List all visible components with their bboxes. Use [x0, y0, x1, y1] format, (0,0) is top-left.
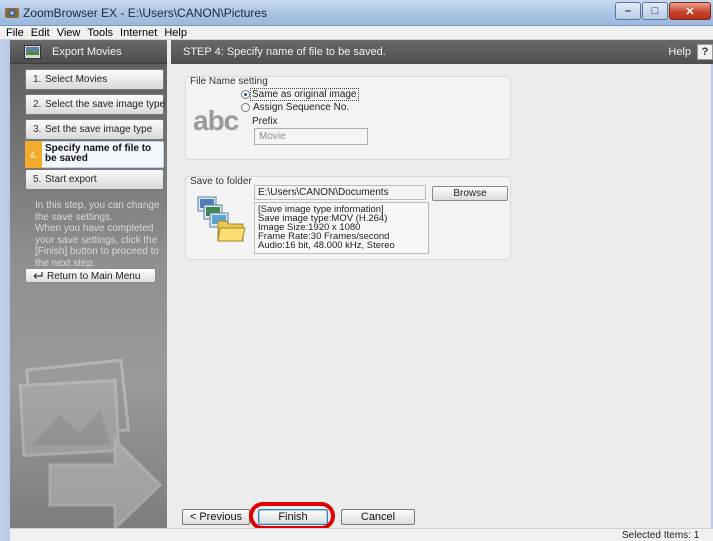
same-as-original-label[interactable]: Same as original image: [250, 88, 359, 101]
step-number: 4.: [25, 141, 42, 168]
step-number: 1.: [33, 74, 42, 85]
step-1-select-movies[interactable]: 1. Select Movies: [25, 69, 164, 90]
title-bar: ZoomBrowser EX - E:\Users\CANON\Pictures…: [0, 0, 713, 26]
help-question-icon[interactable]: ?: [697, 44, 713, 60]
window-left-border: [0, 40, 10, 541]
menu-file[interactable]: File: [4, 26, 29, 39]
step-5-start-export[interactable]: 5. Start export: [25, 169, 164, 190]
window-controls: – □ ✕: [614, 2, 711, 20]
step-number: 3.: [33, 124, 42, 135]
return-arrow-icon: [33, 272, 43, 279]
menu-edit[interactable]: Edit: [29, 26, 55, 39]
save-image-type-info: [Save image type information] Save image…: [254, 202, 429, 254]
minimize-icon: –: [624, 5, 632, 17]
help-link[interactable]: Help: [668, 46, 691, 58]
minimize-button[interactable]: –: [615, 2, 641, 20]
menu-internet[interactable]: Internet: [118, 26, 162, 39]
close-button[interactable]: ✕: [669, 2, 711, 20]
prefix-label: Prefix: [252, 116, 278, 127]
step-label: Select the save image type: [45, 99, 166, 110]
maximize-button[interactable]: □: [642, 2, 668, 20]
left-panel-title: Export Movies: [52, 46, 122, 58]
info-line: Audio:16 bit, 48.000 kHz, Stereo: [258, 240, 395, 251]
step-header-bar: STEP 4: Specify name of file to be saved…: [171, 40, 713, 64]
finish-highlight-ring: [249, 502, 335, 530]
group-title: File Name setting: [190, 76, 268, 87]
assign-sequence-radio[interactable]: [241, 103, 250, 112]
same-as-original-radio[interactable]: [241, 90, 250, 99]
step-number: 5.: [33, 174, 42, 185]
step-3-set-save-image-type[interactable]: 3. Set the save image type: [25, 119, 164, 140]
step-label: Start export: [45, 174, 97, 185]
prefix-input[interactable]: Movie: [254, 128, 368, 145]
assign-sequence-label[interactable]: Assign Sequence No.: [253, 102, 349, 113]
step-4-specify-file-name[interactable]: 4. Specify name of file to be saved: [25, 141, 164, 168]
window-title: ZoomBrowser EX - E:\Users\CANON\Pictures: [23, 6, 268, 20]
step-title: STEP 4: Specify name of file to be saved…: [183, 46, 386, 58]
app-icon: [5, 8, 19, 18]
save-folder-path: E:\Users\CANON\Documents: [254, 185, 426, 200]
step-number: 2.: [33, 99, 42, 110]
selected-items-count: Selected Items: 1: [622, 530, 700, 541]
menu-help[interactable]: Help: [162, 26, 192, 39]
instructions-text: In this step, you can change the save se…: [35, 200, 160, 269]
group-title: Save to folder: [190, 176, 252, 187]
abc-icon: abc: [193, 105, 239, 136]
return-button-label: Return to Main Menu: [47, 271, 141, 282]
export-movies-icon: [24, 45, 41, 59]
menu-tools[interactable]: Tools: [85, 26, 118, 39]
step-label: Select Movies: [45, 74, 108, 85]
left-panel-header: Export Movies: [10, 40, 167, 64]
maximize-icon: □: [651, 5, 659, 17]
menu-view[interactable]: View: [55, 26, 86, 39]
browse-button[interactable]: Browse: [432, 186, 508, 201]
return-to-main-menu-button[interactable]: Return to Main Menu: [25, 268, 156, 283]
menu-bar: File Edit View Tools Internet Help: [0, 26, 713, 40]
previous-button[interactable]: < Previous: [182, 509, 250, 525]
step-label: Specify name of file to be saved: [45, 143, 152, 164]
step-2-select-save-image-type[interactable]: 2. Select the save image type: [25, 94, 166, 115]
status-bar: Selected Items: 1: [10, 528, 713, 541]
folder-icon: [197, 196, 246, 242]
close-icon: ✕: [685, 6, 695, 18]
cancel-button[interactable]: Cancel: [341, 509, 415, 525]
decorative-photos-arrow-graphic: [18, 358, 163, 528]
step-label: Set the save image type: [45, 124, 153, 135]
